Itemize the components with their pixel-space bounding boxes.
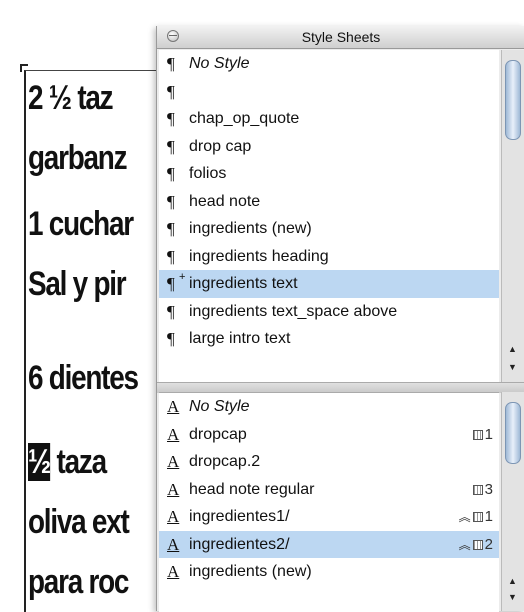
pilcrow-icon: ¶ bbox=[167, 274, 175, 293]
paragraph-style-item[interactable]: ¶ drop cap bbox=[159, 133, 499, 161]
underlined-a-icon: A bbox=[167, 424, 180, 444]
doc-line[interactable]: 1 cuchar bbox=[28, 204, 134, 244]
doc-line[interactable]: oliva ext bbox=[28, 502, 130, 542]
character-style-item[interactable]: Aingredientes2/︽ 2 bbox=[159, 530, 499, 560]
paragraph-style-item[interactable]: ¶ folios bbox=[159, 160, 499, 188]
style-sheets-palette: Style Sheets ¶ No Style ¶ ¶ chap_op_quote ¶ dr… bbox=[156, 26, 524, 612]
keyboard-shortcut: ︽ 1 bbox=[459, 503, 493, 532]
paragraph-style-item[interactable]: ¶ + ingredients text bbox=[159, 270, 499, 298]
shortcut-number: 1 bbox=[484, 425, 493, 443]
palette-title: Style Sheets bbox=[301, 29, 381, 45]
paragraph-style-label: No Style bbox=[189, 55, 250, 72]
character-styles-list: A No Style Adropcap 1 Adropcap.2 Ahead note r… bbox=[159, 392, 499, 612]
paragraph-style-label: ingredients heading bbox=[189, 247, 329, 265]
keypad-icon bbox=[472, 539, 483, 550]
doc-line[interactable]: ½ taza bbox=[28, 442, 108, 482]
paragraph-style-label: ingredients (new) bbox=[189, 220, 312, 237]
scroll-thumb[interactable] bbox=[505, 402, 521, 464]
paragraph-style-label: chap_op_quote bbox=[189, 110, 300, 127]
shortcut-number: 2 bbox=[484, 535, 493, 553]
pilcrow-icon: ¶ bbox=[167, 191, 175, 211]
doc-line[interactable]: para roc bbox=[28, 562, 129, 602]
pilcrow-icon: ¶ bbox=[167, 329, 175, 348]
character-scrollbar[interactable]: ▲ ▼ bbox=[501, 392, 524, 611]
character-style-item[interactable]: Aingredients (new) bbox=[159, 558, 499, 586]
underlined-a-icon: A bbox=[167, 479, 180, 499]
paragraph-style-item[interactable]: ¶ No Style bbox=[159, 50, 499, 78]
doc-line[interactable]: 6 dientes bbox=[28, 358, 139, 398]
doc-line[interactable]: 2 ½ taz bbox=[28, 78, 114, 118]
paragraph-style-item[interactable]: ¶ ingredients heading bbox=[159, 243, 499, 271]
paragraph-style-item[interactable]: ¶ ingredients text_space above bbox=[159, 298, 499, 326]
scroll-up-arrow-icon[interactable]: ▲ bbox=[508, 576, 517, 586]
pilcrow-icon: ¶ bbox=[167, 81, 175, 101]
paragraph-style-item[interactable]: ¶ chap_op_quote bbox=[159, 105, 499, 133]
selected-fraction[interactable]: ½ bbox=[28, 443, 51, 481]
paragraph-styles-list: ¶ No Style ¶ ¶ chap_op_quote ¶ drop cap ¶ folios… bbox=[159, 50, 499, 382]
character-style-item[interactable]: Ahead note regular 3 bbox=[159, 476, 499, 504]
character-style-item[interactable]: Aingredientes1/︽ 1 bbox=[159, 503, 499, 531]
keypad-icon bbox=[472, 512, 483, 523]
scroll-down-arrow-icon[interactable]: ▼ bbox=[508, 362, 517, 372]
character-style-label: ingredients (new) bbox=[189, 563, 312, 580]
paragraph-style-item[interactable]: ¶ bbox=[159, 78, 499, 106]
shortcut-number: 1 bbox=[484, 508, 493, 525]
keypad-icon bbox=[472, 429, 483, 440]
underlined-a-icon: A bbox=[167, 562, 180, 581]
pilcrow-icon: ¶ bbox=[167, 54, 175, 73]
doc-line-text: taza bbox=[56, 443, 108, 481]
character-style-item[interactable]: Adropcap.2 bbox=[159, 448, 499, 476]
paragraph-style-label: ingredients text bbox=[189, 275, 298, 292]
keypad-icon bbox=[472, 484, 483, 495]
character-style-label: No Style bbox=[189, 398, 250, 415]
shortcut-number: 3 bbox=[484, 480, 493, 498]
modifier-chevron-icon: ︽ bbox=[458, 510, 471, 524]
pilcrow-icon: ¶ bbox=[167, 136, 175, 156]
character-style-item[interactable]: A No Style bbox=[159, 393, 499, 421]
keyboard-shortcut: 1 bbox=[472, 421, 493, 449]
underlined-a-icon: A bbox=[167, 534, 180, 554]
paragraph-style-label: drop cap bbox=[189, 137, 252, 155]
pilcrow-icon: ¶ bbox=[167, 219, 175, 238]
scroll-up-arrow-icon[interactable]: ▲ bbox=[508, 344, 517, 354]
palette-titlebar[interactable]: Style Sheets bbox=[157, 26, 524, 49]
paragraph-scrollbar[interactable]: ▲ ▼ bbox=[501, 50, 524, 382]
character-style-label: dropcap bbox=[189, 425, 247, 443]
paragraph-style-item[interactable]: ¶ head note bbox=[159, 188, 499, 216]
character-style-item[interactable]: Adropcap 1 bbox=[159, 421, 499, 449]
underlined-a-icon: A bbox=[167, 397, 180, 416]
paragraph-style-label: large intro text bbox=[189, 330, 291, 347]
pilcrow-icon: ¶ bbox=[167, 164, 175, 183]
paragraph-style-label: folios bbox=[189, 165, 227, 182]
doc-line[interactable]: garbanz bbox=[28, 138, 128, 178]
scroll-down-arrow-icon[interactable]: ▼ bbox=[508, 592, 517, 602]
character-style-label: ingredientes1/ bbox=[189, 508, 290, 525]
pilcrow-icon: ¶ bbox=[167, 246, 175, 266]
pilcrow-icon: ¶ bbox=[167, 109, 175, 128]
character-style-label: dropcap.2 bbox=[189, 453, 261, 470]
pilcrow-icon: ¶ bbox=[167, 301, 175, 321]
doc-line[interactable]: Sal y pir bbox=[28, 264, 127, 304]
keyboard-shortcut: 3 bbox=[472, 476, 493, 504]
modifier-chevron-icon: ︽ bbox=[458, 537, 471, 552]
modified-indicator: + bbox=[179, 271, 186, 283]
paragraph-style-label: ingredients text_space above bbox=[189, 302, 398, 320]
scroll-thumb[interactable] bbox=[505, 60, 521, 140]
keyboard-shortcut: ︽ 2 bbox=[459, 531, 493, 560]
paragraph-style-item[interactable]: ¶ ingredients (new) bbox=[159, 215, 499, 243]
paragraph-style-label: head note bbox=[189, 192, 261, 210]
character-style-label: head note regular bbox=[189, 480, 315, 498]
underlined-a-icon: A bbox=[167, 507, 180, 526]
character-style-label: ingredientes2/ bbox=[189, 535, 290, 553]
underlined-a-icon: A bbox=[167, 452, 180, 471]
paragraph-style-item[interactable]: ¶ large intro text bbox=[159, 325, 499, 353]
